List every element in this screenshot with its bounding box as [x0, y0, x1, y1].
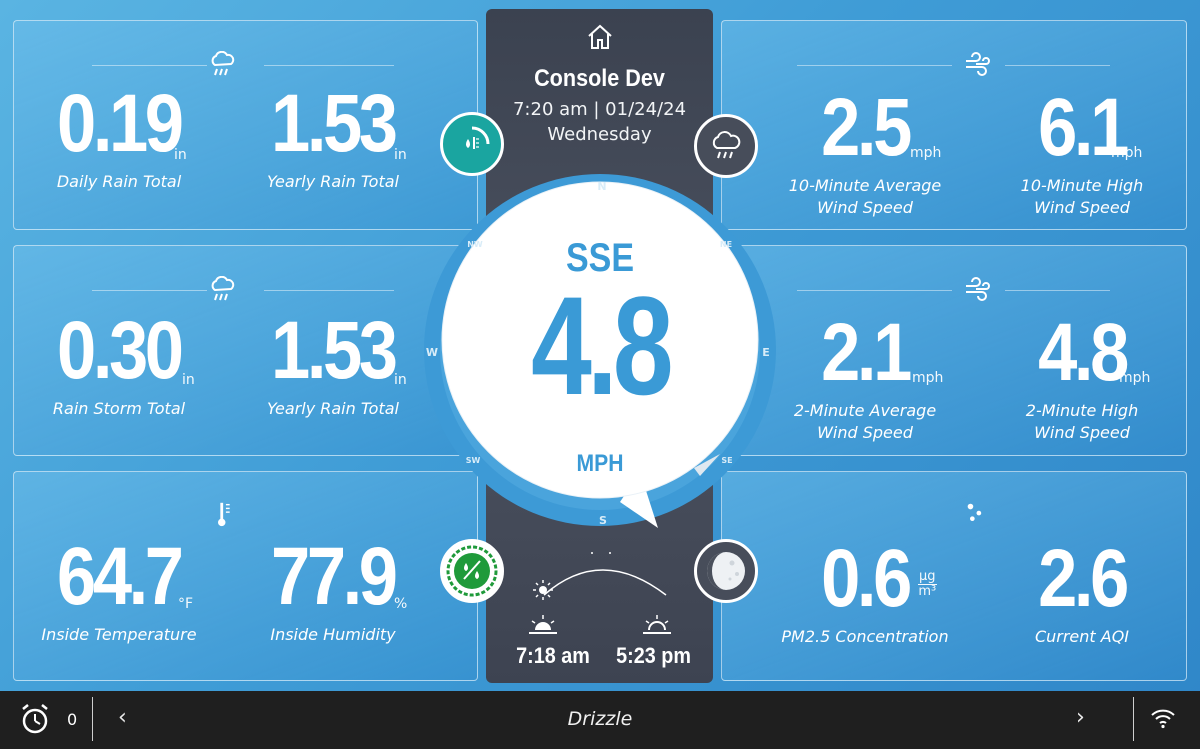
divider: [1005, 290, 1110, 291]
wind-10-high-unit: mph: [1111, 145, 1143, 161]
wind-2-avg-value: 2.1: [821, 307, 912, 398]
daily-rain-unit: in: [174, 147, 187, 163]
compass-w: W: [425, 346, 439, 359]
aqi-metric: 2.6 Current AQI: [977, 538, 1187, 648]
wind-icon: [966, 52, 990, 76]
bottom-bar: 0 ‹ Drizzle ›: [0, 691, 1200, 749]
time-date: 7:20 am | 01/24/24: [512, 99, 687, 120]
inside-temp-value: 64.7: [57, 531, 184, 622]
yearly-rain-value: 1.53: [271, 78, 398, 169]
wind-2-high-metric: 4.8 mph 2-Minute High Wind Speed: [977, 312, 1187, 444]
inside-humidity-label: Inside Humidity: [270, 625, 396, 644]
wind-speed-unit: MPH: [576, 450, 624, 477]
yearly-rain-label-2: Yearly Rain Total: [267, 399, 399, 418]
compass-n: N: [597, 180, 607, 193]
sunrise-time: 7:18 am: [516, 643, 590, 668]
divider: [92, 290, 207, 291]
yearly-rain-metric: 1.53 in Yearly Rain Total: [228, 83, 438, 193]
wind-10-avg-label: 10-Minute Average Wind Speed: [788, 176, 942, 217]
pm25-value: 0.6: [821, 533, 912, 624]
rain-rate-badge[interactable]: [440, 112, 504, 176]
wind-2-high-label: 2-Minute High Wind Speed: [1025, 401, 1139, 442]
wind-speed: 4.8: [531, 267, 673, 424]
storm-rain-value: 0.30: [57, 305, 184, 396]
wind-icon: [966, 277, 990, 301]
air-quality-tile[interactable]: 0.6 µg m³ PM2.5 Concentration 2.6 Curren…: [721, 471, 1187, 681]
sunset-time: 5:23 pm: [616, 643, 691, 668]
forecast-badge[interactable]: [694, 114, 758, 178]
aqi-value: 2.6: [1038, 533, 1129, 624]
wind-10-high-metric: 6.1 mph 10-Minute High Wind Speed: [977, 87, 1187, 219]
humidity-drop-icon: [446, 545, 498, 597]
sunrise-icon: [529, 615, 557, 634]
yearly-rain-unit-2: in: [394, 372, 407, 388]
inside-temp-label: Inside Temperature: [41, 625, 197, 644]
pm25-metric: 0.6 µg m³ PM2.5 Concentration: [760, 538, 970, 648]
home-icon[interactable]: [586, 23, 614, 51]
divider: [1005, 65, 1110, 66]
wind-10-avg-value: 2.5: [821, 82, 912, 173]
yearly-rain-label: Yearly Rain Total: [267, 172, 399, 191]
wind-2-avg-label: 2-Minute Average Wind Speed: [793, 401, 937, 442]
daily-rain-value: 0.19: [57, 78, 184, 169]
rain-cloud-icon: [211, 276, 235, 301]
divider: [1133, 697, 1134, 741]
daily-rain-metric: 0.19 in Daily Rain Total: [14, 83, 224, 193]
humidity-badge[interactable]: [440, 539, 504, 603]
thermometer-icon: [218, 502, 230, 527]
wind-2-high-value: 4.8: [1038, 307, 1129, 398]
wind-compass[interactable]: N NE E SE S SW W NW SSE 4.8 MPH: [422, 172, 778, 528]
storm-rain-metric: 0.30 in Rain Storm Total: [14, 310, 224, 420]
wind-2-high-unit: mph: [1119, 370, 1151, 386]
divider: [264, 65, 394, 66]
current-condition: Drizzle: [567, 708, 633, 730]
inside-humidity-unit: %: [394, 596, 408, 612]
inside-tile[interactable]: 64.7 °F Inside Temperature 77.9 % Inside…: [13, 471, 478, 681]
compass-s: S: [599, 514, 607, 527]
storm-rain-unit: in: [182, 372, 195, 388]
pm25-label: PM2.5 Concentration: [781, 627, 949, 646]
yearly-rain-value-2: 1.53: [271, 305, 398, 396]
yearly-rain-unit: in: [394, 147, 407, 163]
particles-icon: [967, 503, 982, 521]
wind-2-avg-unit: mph: [912, 370, 944, 386]
rain-gauge-icon: [466, 126, 490, 149]
daily-rain-label: Daily Rain Total: [56, 172, 182, 191]
rain-storm-tile[interactable]: 0.30 in Rain Storm Total 1.53 in Yearly …: [13, 245, 478, 456]
sunset-icon: [643, 615, 671, 634]
moon-phase-icon: [707, 552, 745, 590]
wind-10-high-label: 10-Minute High Wind Speed: [1020, 176, 1144, 217]
weekday: Wednesday: [547, 124, 652, 145]
aqi-label: Current AQI: [1034, 627, 1130, 646]
moon-badge[interactable]: [694, 539, 758, 603]
pm25-unit: µg m³: [918, 569, 937, 599]
rain-daily-tile[interactable]: 0.19 in Daily Rain Total 1.53 in Yearly …: [13, 20, 478, 230]
wind-10-avg-unit: mph: [910, 145, 942, 161]
divider: [264, 290, 394, 291]
sun-icon: [533, 580, 553, 600]
inside-humidity-value: 77.9: [271, 531, 398, 622]
divider: [797, 65, 952, 66]
divider: [797, 290, 952, 291]
chevron-right-icon[interactable]: ›: [1076, 705, 1085, 730]
wind-2-avg-metric: 2.1 mph 2-Minute Average Wind Speed: [760, 312, 970, 444]
wifi-icon[interactable]: [1150, 707, 1176, 729]
inside-temp-metric: 64.7 °F Inside Temperature: [14, 536, 224, 646]
wind-2-tile[interactable]: 2.1 mph 2-Minute Average Wind Speed 4.8 m…: [721, 245, 1187, 456]
storm-rain-label: Rain Storm Total: [52, 399, 186, 418]
divider: [92, 65, 207, 66]
station-name: Console Dev: [534, 65, 665, 92]
wind-10-avg-metric: 2.5 mph 10-Minute Average Wind Speed: [760, 87, 970, 219]
wind-10-tile[interactable]: 2.5 mph 10-Minute Average Wind Speed 6.1 …: [721, 20, 1187, 230]
rain-cloud-icon: [712, 131, 741, 159]
inside-humidity-metric: 77.9 % Inside Humidity: [228, 536, 438, 646]
compass-e: E: [762, 346, 770, 359]
rain-cloud-icon: [211, 51, 235, 76]
yearly-rain-metric-2: 1.53 in Yearly Rain Total: [228, 310, 438, 420]
inside-temp-unit: °F: [178, 596, 194, 612]
